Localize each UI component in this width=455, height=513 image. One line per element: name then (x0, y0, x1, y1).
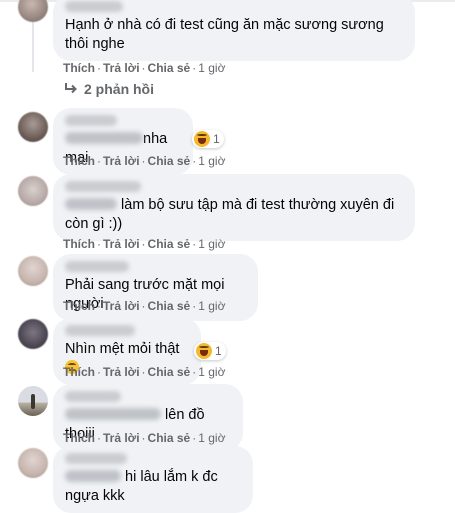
share-link[interactable]: Chia sẻ (148, 431, 191, 445)
reply-link[interactable]: Trả lời (103, 431, 140, 445)
avatar[interactable] (18, 319, 48, 349)
comment-bubble: Hạnh ở nhà có đi test cũng ăn mặc sương … (53, 0, 415, 61)
avatar[interactable] (18, 176, 48, 206)
like-link[interactable]: Thích (63, 299, 95, 313)
avatar[interactable] (18, 112, 48, 142)
blurred-mention (65, 198, 117, 210)
blurred-author-name[interactable] (65, 325, 135, 336)
avatar[interactable] (18, 386, 48, 416)
avatar[interactable] (18, 448, 48, 478)
comment-bubble: làm bộ sưu tập mà đi test thường xuyên đ… (53, 174, 415, 241)
reaction-badge[interactable]: 1 (194, 342, 226, 360)
comment-actions: Thích · Trả lời · Chia sẻ · 1 giờ (63, 237, 226, 251)
blurred-mention (65, 470, 121, 482)
reply-link[interactable]: Trả lời (103, 365, 140, 379)
timestamp[interactable]: 1 giờ (198, 431, 225, 445)
blurred-author-name[interactable] (65, 181, 141, 192)
comment-text-line1: làm bộ sưu tập mà đi test thường xuyên đ… (121, 197, 395, 213)
blurred-author-name[interactable] (65, 115, 117, 126)
comment-actions: Thích · Trả lời · Chia sẻ · 1 giờ (63, 61, 226, 75)
avatar-figure (31, 394, 35, 409)
like-link[interactable]: Thích (63, 154, 95, 168)
blurred-author-name[interactable] (65, 261, 129, 272)
timestamp[interactable]: 1 giờ (198, 61, 225, 75)
share-link[interactable]: Chia sẻ (148, 299, 191, 313)
comment-text: Hạnh ở nhà có đi test cũng ăn mặc sương … (65, 17, 384, 52)
reply-arrow-icon (64, 81, 78, 97)
like-link[interactable]: Thích (63, 237, 95, 251)
replies-count-label: 2 phản hồi (84, 81, 154, 97)
share-link[interactable]: Chia sẻ (148, 365, 191, 379)
comment-actions: Thích · Trả lời · Chia sẻ · 1 giờ (63, 154, 226, 168)
share-link[interactable]: Chia sẻ (148, 61, 191, 75)
comment-bubble: hi lâu lắm k đc ngựa kkk (53, 446, 253, 513)
comment-actions: Thích · Trả lời · Chia sẻ · 1 giờ (63, 299, 226, 313)
reaction-count: 1 (215, 344, 222, 358)
blurred-author-name[interactable] (65, 1, 123, 12)
haha-reaction-icon (194, 131, 210, 147)
reaction-count: 1 (213, 132, 220, 146)
avatar[interactable] (18, 0, 48, 22)
like-link[interactable]: Thích (63, 61, 95, 75)
thread-line (32, 20, 34, 72)
comment-text-line2: còn gì :)) (65, 216, 123, 232)
reply-link[interactable]: Trả lời (103, 299, 140, 313)
share-link[interactable]: Chia sẻ (148, 154, 191, 168)
comment-actions: Thích · Trả lời · Chia sẻ · 1 giờ (63, 365, 226, 379)
avatar[interactable] (18, 256, 48, 286)
reply-link[interactable]: Trả lời (103, 61, 140, 75)
comment-actions: Thích · Trả lời · Chia sẻ · 1 giờ (63, 431, 226, 445)
share-link[interactable]: Chia sẻ (148, 237, 191, 251)
reply-link[interactable]: Trả lời (103, 237, 140, 251)
blurred-author-name[interactable] (65, 453, 127, 464)
blurred-mention (65, 408, 161, 420)
timestamp[interactable]: 1 giờ (198, 237, 225, 251)
reply-link[interactable]: Trả lời (103, 154, 140, 168)
reaction-badge[interactable]: 1 (192, 130, 224, 148)
view-replies-link[interactable]: 2 phản hồi (64, 81, 154, 97)
timestamp[interactable]: 1 giờ (198, 299, 225, 313)
blurred-author-name[interactable] (65, 391, 121, 402)
timestamp[interactable]: 1 giờ (198, 365, 225, 379)
haha-reaction-icon (196, 343, 212, 359)
timestamp[interactable]: 1 giờ (198, 154, 225, 168)
like-link[interactable]: Thích (63, 431, 95, 445)
blurred-mention (65, 132, 143, 144)
like-link[interactable]: Thích (63, 365, 95, 379)
comment-text: Nhìn mệt mỏi thật (65, 341, 180, 357)
